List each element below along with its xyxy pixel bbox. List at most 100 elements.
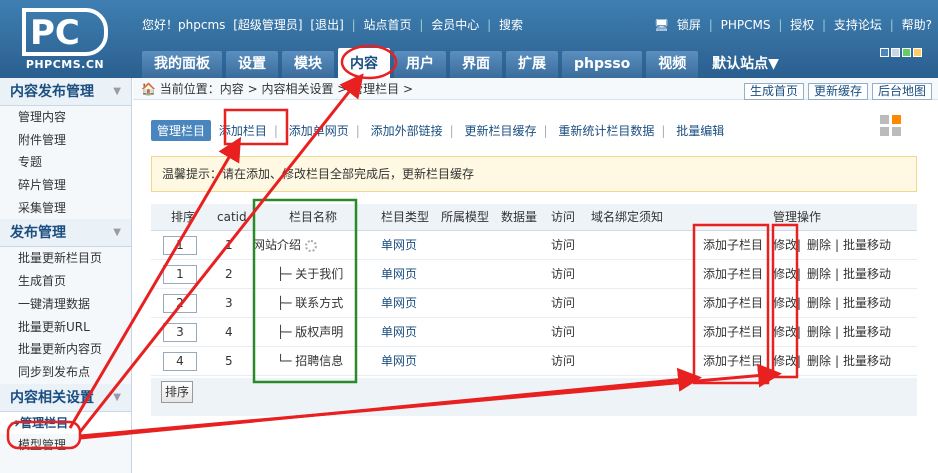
edit-link[interactable]: 修改 bbox=[773, 289, 797, 317]
divider: | bbox=[835, 238, 840, 252]
type-link[interactable]: 单网页 bbox=[381, 289, 417, 317]
tab-modules[interactable]: 模块 bbox=[282, 51, 334, 78]
subnav-add-single-page[interactable]: 添加单网页 bbox=[285, 122, 353, 139]
sidebar-item-collect[interactable]: 采集管理 bbox=[0, 197, 131, 220]
order-input[interactable]: 1 bbox=[163, 236, 197, 255]
sidebar-item-fragments[interactable]: 碎片管理 bbox=[0, 174, 131, 197]
sidebar-item-sync-publish[interactable]: 同步到发布点 bbox=[0, 361, 131, 384]
type-link[interactable]: 单网页 bbox=[381, 260, 417, 288]
sidebar-item-clean-data[interactable]: 一键清理数据 bbox=[0, 293, 131, 316]
edit-link[interactable]: 修改 bbox=[773, 231, 797, 259]
subnav-recount-category[interactable]: 重新统计栏目数据 bbox=[554, 122, 658, 139]
order-input[interactable]: 3 bbox=[163, 323, 197, 342]
tab-phpsso[interactable]: phpsso bbox=[562, 51, 643, 78]
subnav-add-external-link[interactable]: 添加外部链接 bbox=[367, 122, 447, 139]
sidebar-group-content-settings[interactable]: 内容相关设置 ▼ bbox=[0, 383, 131, 412]
sidebar-item-attachments[interactable]: 附件管理 bbox=[0, 129, 131, 152]
visit-link[interactable]: 访问 bbox=[551, 260, 575, 288]
delete-link[interactable]: 删除 bbox=[807, 318, 831, 346]
tab-extensions[interactable]: 扩展 bbox=[506, 51, 558, 78]
sidebar-item-manage-content[interactable]: 管理内容 bbox=[0, 106, 131, 129]
theme-swatch-yellow[interactable] bbox=[913, 48, 922, 57]
help-link[interactable]: 帮助? bbox=[902, 18, 932, 32]
tab-content[interactable]: 内容 bbox=[338, 48, 390, 80]
sidebar-item-generate-home[interactable]: 生成首页 bbox=[0, 270, 131, 293]
site-home-link[interactable]: 站点首页 bbox=[364, 18, 412, 32]
catid-cell: 5 bbox=[225, 354, 233, 368]
divider: | bbox=[835, 354, 840, 368]
batch-move-link[interactable]: 批量移动 bbox=[843, 260, 891, 288]
forum-link[interactable]: 支持论坛 bbox=[834, 18, 882, 32]
gear-icon[interactable] bbox=[305, 239, 318, 252]
add-child-link[interactable]: 添加子栏目 bbox=[703, 231, 763, 259]
order-input[interactable]: 1 bbox=[163, 265, 197, 284]
sidebar-item-batch-update-url[interactable]: 批量更新URL bbox=[0, 316, 131, 339]
visit-link[interactable]: 访问 bbox=[551, 318, 575, 346]
tab-my-panel[interactable]: 我的面板 bbox=[142, 51, 222, 78]
theme-swatch-blue[interactable] bbox=[880, 48, 889, 57]
sidebar-group-title: 内容相关设置 bbox=[10, 389, 94, 406]
generate-home-button[interactable]: 生成首页 bbox=[743, 83, 804, 100]
update-cache-button[interactable]: 更新缓存 bbox=[807, 83, 868, 100]
lock-screen-link[interactable]: 锁屏 bbox=[677, 18, 701, 32]
subnav-update-category-cache[interactable]: 更新栏目缓存 bbox=[461, 122, 541, 139]
table-footer bbox=[151, 378, 917, 416]
tab-settings[interactable]: 设置 bbox=[226, 51, 278, 78]
table-row: 3 4 ├─ 版权声明 单网页 访问 添加子栏目 修改 | 删除 | 批量移动 bbox=[151, 318, 917, 347]
sidebar-item-model-manage[interactable]: 模型管理 bbox=[0, 434, 131, 457]
type-link[interactable]: 单网页 bbox=[381, 231, 417, 259]
subnav-batch-edit[interactable]: 批量编辑 bbox=[672, 122, 728, 139]
tab-interface[interactable]: 界面 bbox=[450, 51, 502, 78]
sidebar-item-manage-category[interactable]: ➜管理栏目 bbox=[0, 411, 131, 435]
add-child-link[interactable]: 添加子栏目 bbox=[703, 260, 763, 288]
add-child-link[interactable]: 添加子栏目 bbox=[703, 347, 763, 375]
sidebar-group-publish[interactable]: 发布管理 ▼ bbox=[0, 219, 131, 248]
subnav-manage-category[interactable]: 管理栏目 bbox=[151, 120, 212, 141]
admin-map-button[interactable]: 后台地图 bbox=[871, 83, 932, 100]
tab-video[interactable]: 视频 bbox=[646, 51, 699, 78]
logo-domain: PHPCMS.CN bbox=[25, 58, 105, 71]
add-child-link[interactable]: 添加子栏目 bbox=[703, 318, 763, 346]
order-input[interactable]: 2 bbox=[163, 294, 197, 313]
page-settings-icon bbox=[880, 115, 901, 136]
edit-link[interactable]: 修改 bbox=[773, 347, 797, 375]
sidebar-group-content-publish[interactable]: 内容发布管理 ▼ bbox=[0, 78, 131, 106]
batch-move-link[interactable]: 批量移动 bbox=[843, 347, 891, 375]
delete-link[interactable]: 删除 bbox=[807, 289, 831, 317]
add-child-link[interactable]: 添加子栏目 bbox=[703, 289, 763, 317]
search-link[interactable]: 搜索 bbox=[499, 18, 523, 32]
phpcms-logo[interactable]: PC PHPCMS.CN bbox=[0, 0, 130, 78]
site-selector[interactable]: 默认站点▼ bbox=[712, 53, 779, 73]
delete-link[interactable]: 删除 bbox=[807, 347, 831, 375]
sidebar-item-topics[interactable]: 专题 bbox=[0, 151, 131, 174]
type-link[interactable]: 单网页 bbox=[381, 318, 417, 346]
order-input[interactable]: 4 bbox=[163, 352, 197, 371]
visit-link[interactable]: 访问 bbox=[551, 347, 575, 375]
batch-move-link[interactable]: 批量移动 bbox=[843, 289, 891, 317]
batch-move-link[interactable]: 批量移动 bbox=[843, 318, 891, 346]
divider: | bbox=[835, 267, 840, 281]
batch-move-link[interactable]: 批量移动 bbox=[843, 231, 891, 259]
logout-link[interactable]: [退出] bbox=[310, 18, 343, 32]
sort-button[interactable]: 排序 bbox=[161, 381, 194, 403]
site-selector-label: 默认站点 bbox=[712, 56, 769, 72]
subnav-add-category[interactable]: 添加栏目 bbox=[215, 122, 271, 139]
tab-users[interactable]: 用户 bbox=[394, 51, 446, 78]
license-link[interactable]: 授权 bbox=[790, 18, 814, 32]
theme-swatch-gray[interactable] bbox=[891, 48, 900, 57]
category-name: ├─ 关于我们 bbox=[277, 267, 344, 281]
edit-link[interactable]: 修改 bbox=[773, 318, 797, 346]
delete-link[interactable]: 删除 bbox=[807, 260, 831, 288]
edit-link[interactable]: 修改 bbox=[773, 260, 797, 288]
catid-cell: 4 bbox=[225, 325, 233, 339]
phpcms-link[interactable]: PHPCMS bbox=[721, 18, 771, 32]
theme-swatch-green[interactable] bbox=[902, 48, 911, 57]
visit-link[interactable]: 访问 bbox=[551, 231, 575, 259]
member-center-link[interactable]: 会员中心 bbox=[431, 18, 479, 32]
sidebar-item-batch-update-content[interactable]: 批量更新内容页 bbox=[0, 338, 131, 361]
type-link[interactable]: 单网页 bbox=[381, 347, 417, 375]
theme-color-picker[interactable] bbox=[878, 46, 926, 57]
delete-link[interactable]: 删除 bbox=[807, 231, 831, 259]
sidebar-item-batch-update-category[interactable]: 批量更新栏目页 bbox=[0, 247, 131, 270]
visit-link[interactable]: 访问 bbox=[551, 289, 575, 317]
